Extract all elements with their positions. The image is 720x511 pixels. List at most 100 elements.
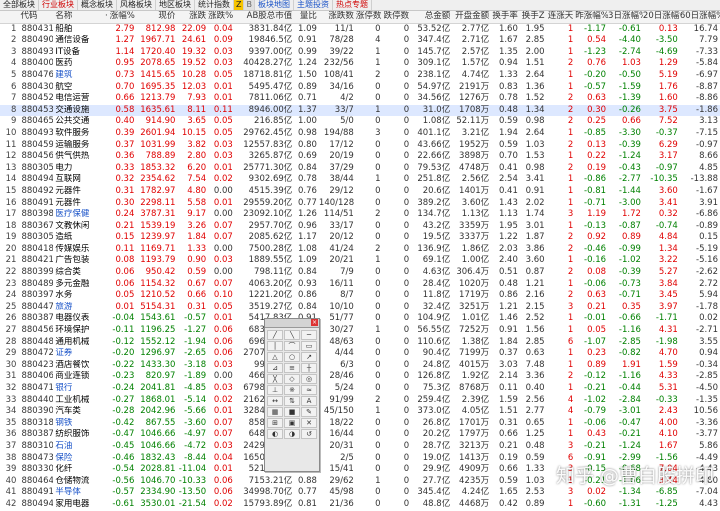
draw-tool-icon-23[interactable]: ✎ bbox=[301, 407, 317, 417]
draw-tool-icon-12[interactable]: ╳ bbox=[267, 374, 283, 384]
draw-tool-icon-24[interactable]: ⊞ bbox=[267, 418, 283, 428]
table-row[interactable]: 18 880367 文教休闲 0.21 1539.19 3.26 0.07 2957.70亿 0… bbox=[0, 221, 720, 233]
tab-4[interactable]: 地区板块 bbox=[156, 0, 195, 10]
table-row[interactable]: 37880310石油-0.451046.66-4.720.0324290.26亿… bbox=[0, 441, 720, 453]
tab-2[interactable]: 概念板块 bbox=[78, 0, 117, 10]
column-header-12[interactable]: 跌停数 bbox=[382, 11, 412, 24]
column-header-21[interactable]: 60日涨幅% bbox=[679, 11, 720, 24]
draw-tool-icon-16[interactable]: ※ bbox=[284, 385, 300, 395]
draw-tool-icon-4[interactable]: ⌒ bbox=[284, 341, 300, 351]
table-row[interactable]: 27880456环境保护-0.111196.25-1.270.066839.57… bbox=[0, 325, 720, 337]
draw-tool-icon-9[interactable]: ⊿ bbox=[267, 363, 283, 373]
table-row[interactable]: 34880390汽车类-0.282042.96-5.660.0132849.78… bbox=[0, 406, 720, 418]
tab-8[interactable]: 板块地图 bbox=[255, 0, 294, 10]
table-row[interactable]: 17 880398 医疗保健 0.24 3787.31 9.17 0.00 23092.10亿… bbox=[0, 209, 720, 221]
table-row[interactable]: 36880387纺织服饰-0.471046.66-4.970.076487.82… bbox=[0, 429, 720, 441]
draw-tool-icon-13[interactable]: ◇ bbox=[284, 374, 300, 384]
column-header-7[interactable]: 涨跌% bbox=[208, 11, 235, 24]
table-row[interactable]: 2 880490 通信设备 1.27 1967.71 24.61 0.09 19846.5亿 0… bbox=[0, 35, 720, 47]
tab-10[interactable]: 热点专题 bbox=[333, 0, 372, 10]
draw-tool-icon-25[interactable]: ▣ bbox=[284, 418, 300, 428]
table-row[interactable]: 6 880430 航空 0.70 1695.35 12.03 0.01 5495.47亿 0.8… bbox=[0, 82, 720, 94]
tab-1[interactable]: 行业板块 bbox=[39, 0, 78, 10]
draw-tool-icon-22[interactable]: ■ bbox=[284, 407, 300, 417]
table-row[interactable]: 16 880491 元器件 0.30 2298.11 5.58 0.01 29559.20亿 0… bbox=[0, 198, 720, 210]
table-row[interactable]: 26880387电器仪表-0.041543.61-0.570.015417.83… bbox=[0, 313, 720, 325]
column-header-19[interactable]: 3日涨幅% bbox=[608, 11, 643, 24]
table-row[interactable]: 11 880459 运输服务 0.37 1031.99 3.82 0.03 12557.83亿… bbox=[0, 140, 720, 152]
table-row[interactable]: 7 880452 电信运营 0.66 1213.79 7.93 0.01 7811.06亿 0.… bbox=[0, 93, 720, 105]
draw-tool-icon-15[interactable]: ⊥ bbox=[267, 385, 283, 395]
table-row[interactable]: 8 880453 交通设施 0.58 1635.61 8.11 0.11 8946.00亿 1.… bbox=[0, 104, 720, 117]
draw-tool-icon-28[interactable]: ◑ bbox=[284, 429, 300, 439]
table-row[interactable]: 31880406商业连锁-0.23820.97-1.890.004664.29亿… bbox=[0, 371, 720, 383]
table-row[interactable]: 42 880494 家用电器 -0.61 3530.01 -21.54 0.02 15793.… bbox=[0, 499, 720, 511]
column-header-4[interactable]: 涨幅% bbox=[109, 11, 137, 24]
table-row[interactable]: 22 880399 综合类 0.06 950.42 0.59 0.00 798.11亿 0.84… bbox=[0, 267, 720, 279]
drawing-tools-palette[interactable]: × ╱ ╲ ─ │ ⌒ ▭ △ ○ ↗ ⊿ ≡ ┼ ╳ ◇ ◎ ⊥ ※ ≈ ↔ ⇅ A ▦ ■ ✎ ⊞ ▣ ✕ ◐ ◑ ↺ bbox=[264, 318, 320, 472]
tab-5[interactable]: 统计指数 bbox=[195, 0, 234, 10]
draw-tool-icon-21[interactable]: ▦ bbox=[267, 407, 283, 417]
column-header-10[interactable]: 涨跌数 bbox=[318, 11, 356, 24]
tab-3[interactable]: 风格板块 bbox=[117, 0, 156, 10]
table-row[interactable]: 32880471银行-0.242041.81-4.850.0367985.21亿… bbox=[0, 383, 720, 395]
column-header-13[interactable]: 总金额 bbox=[411, 11, 453, 24]
table-row[interactable]: 1 880431 船舶 2.79 812.98 22.09 0.04 3831.84亿 1.09… bbox=[0, 23, 720, 35]
draw-tool-icon-5[interactable]: ▭ bbox=[301, 341, 317, 351]
column-header-14[interactable]: 开盘金额 bbox=[452, 11, 492, 24]
table-row[interactable]: 28880448通用机械-0.121552.12-1.940.066969.96… bbox=[0, 337, 720, 349]
column-header-5[interactable]: 现价 bbox=[136, 11, 178, 24]
column-header-9[interactable]: 量比 bbox=[294, 11, 319, 24]
column-header-17[interactable]: 连涨天 bbox=[546, 11, 576, 24]
column-header-20[interactable]: 20日涨幅% bbox=[642, 11, 680, 24]
table-row[interactable]: 5 880476 建筑 0.73 1415.65 10.28 0.05 18718.81亿 1.… bbox=[0, 70, 720, 82]
draw-tool-icon-8[interactable]: ↗ bbox=[301, 352, 317, 362]
table-row[interactable]: 24 880397 水务 0.05 1210.52 0.66 0.10 1221.20亿 0.8… bbox=[0, 290, 720, 302]
draw-tool-icon-27[interactable]: ◐ bbox=[267, 429, 283, 439]
table-row[interactable]: 19 880305 造纸 0.15 1239.97 1.84 0.07 2085.62亿 1.1… bbox=[0, 232, 720, 244]
table-row[interactable]: 25 880447 旅游 0.01 5154.31 0.31 0.05 3519.27亿 0.8… bbox=[0, 302, 720, 314]
palette-close-icon[interactable]: × bbox=[311, 319, 318, 326]
tab-6[interactable]: Z bbox=[234, 0, 245, 10]
table-row[interactable]: 33880440工业机械-0.271868.01-5.140.0221621.7… bbox=[0, 395, 720, 407]
tab-7[interactable]: B bbox=[244, 0, 255, 10]
column-header-6[interactable]: 涨跌 bbox=[177, 11, 209, 24]
draw-tool-icon-29[interactable]: ↺ bbox=[301, 429, 317, 439]
column-header-2[interactable]: 名称 bbox=[53, 11, 105, 24]
column-header-8[interactable]: AB股总市值 bbox=[234, 11, 295, 24]
draw-tool-icon-17[interactable]: ≈ bbox=[301, 385, 317, 395]
table-row[interactable]: 29880472证券-0.201296.97-2.650.0627074.60亿… bbox=[0, 348, 720, 360]
table-row[interactable]: 23 880489 多元金融 0.06 1154.32 0.67 0.07 4063.20亿 0… bbox=[0, 279, 720, 291]
draw-tool-icon-7[interactable]: ○ bbox=[284, 352, 300, 362]
draw-tool-icon-10[interactable]: ≡ bbox=[284, 363, 300, 373]
table-row[interactable]: 9 880465 公共交通 0.40 914.90 3.65 0.05 216.85亿 1.00… bbox=[0, 116, 720, 128]
column-header-18[interactable]: 昨涨幅% bbox=[575, 11, 609, 24]
draw-tool-icon-3[interactable]: │ bbox=[267, 341, 283, 351]
draw-tool-icon-6[interactable]: △ bbox=[267, 352, 283, 362]
table-row[interactable]: 13 880305 电力 0.33 1853.32 6.20 0.01 25771.30亿 0.… bbox=[0, 163, 720, 175]
table-row[interactable]: 35880318钢铁-0.42867.55-3.600.078588.59亿0.… bbox=[0, 418, 720, 430]
draw-tool-icon-26[interactable]: ✕ bbox=[301, 418, 317, 428]
table-row[interactable]: 15 880492 元器件 0.31 1782.97 4.80 0.00 4515.39亿 0.… bbox=[0, 186, 720, 198]
draw-tool-icon-0[interactable]: ╱ bbox=[267, 330, 283, 340]
tab-0[interactable]: 全部板块 bbox=[0, 0, 39, 10]
table-row[interactable]: 10 880493 软件服务 0.39 2601.94 10.15 0.05 29762.45… bbox=[0, 128, 720, 140]
column-header-0[interactable] bbox=[0, 11, 19, 24]
table-row[interactable]: 21 880421 广告包装 0.08 1193.79 0.90 0.03 1889.55亿 1… bbox=[0, 255, 720, 267]
column-header-1[interactable]: 代码 bbox=[18, 11, 54, 24]
draw-tool-icon-19[interactable]: ⇅ bbox=[284, 396, 300, 406]
draw-tool-icon-2[interactable]: ─ bbox=[301, 330, 317, 340]
tab-9[interactable]: 主题投资 bbox=[294, 0, 333, 10]
palette-title-bar[interactable]: × bbox=[265, 319, 319, 328]
draw-tool-icon-18[interactable]: ↔ bbox=[267, 396, 283, 406]
table-row[interactable]: 12 880456 供气供热 0.36 788.89 2.80 0.03 3265.87亿 0.… bbox=[0, 151, 720, 163]
draw-tool-icon-20[interactable]: A bbox=[301, 396, 317, 406]
draw-tool-icon-11[interactable]: ┼ bbox=[301, 363, 317, 373]
table-row[interactable]: 20 880418 传媒娱乐 0.11 1169.71 1.33 0.00 7500.28亿 1… bbox=[0, 244, 720, 256]
draw-tool-icon-1[interactable]: ╲ bbox=[284, 330, 300, 340]
table-row[interactable]: 4 880400 医药 0.95 2078.65 19.52 0.03 40428.27亿 1.… bbox=[0, 58, 720, 70]
draw-tool-icon-14[interactable]: ◎ bbox=[301, 374, 317, 384]
column-header-16[interactable]: 换手Z bbox=[519, 11, 547, 24]
column-header-11[interactable]: 涨停数 bbox=[355, 11, 383, 24]
table-row[interactable]: 14 880494 互联网 0.32 2354.62 7.54 0.02 9302.69亿 0.… bbox=[0, 174, 720, 186]
